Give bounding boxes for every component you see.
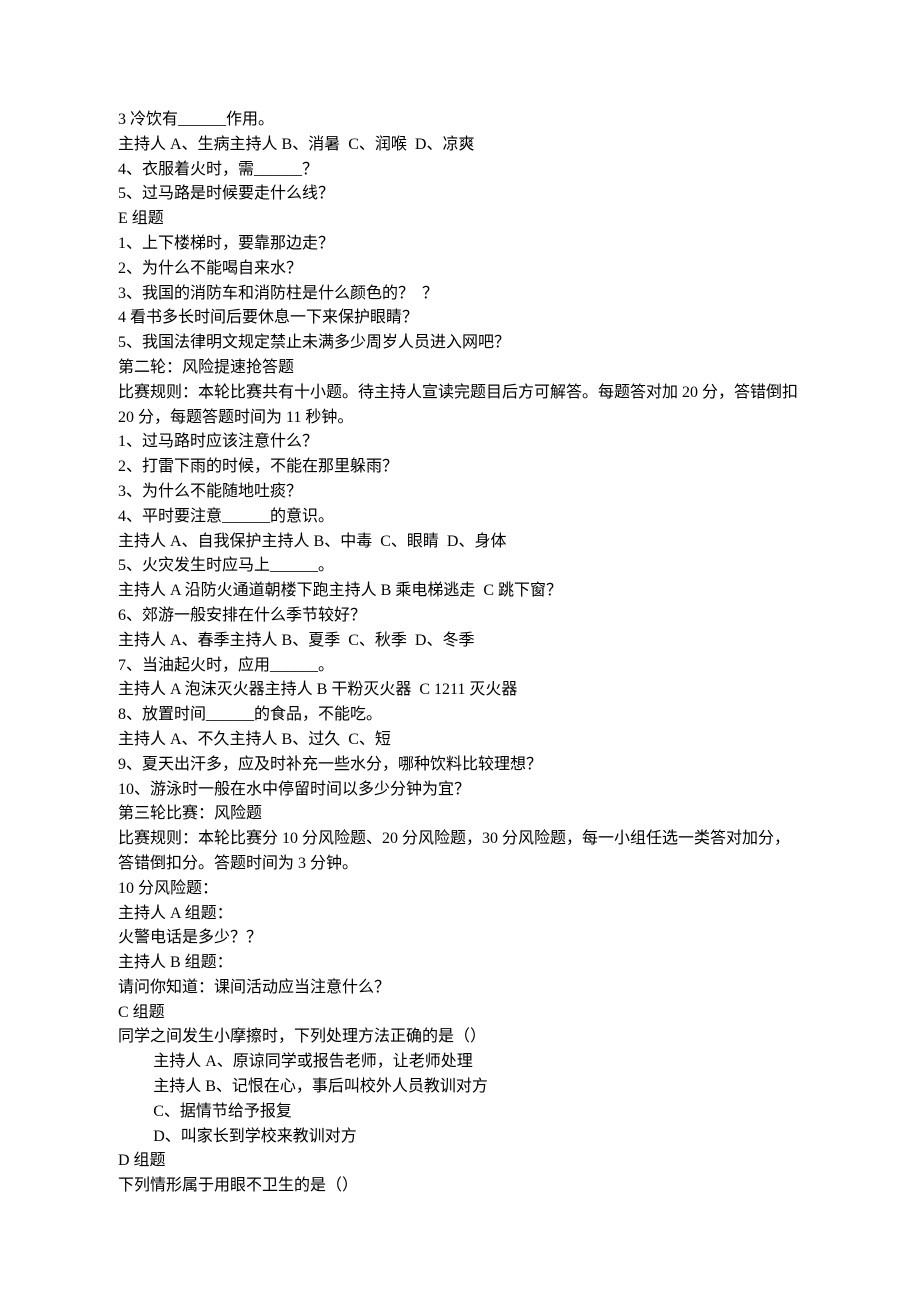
text-line: 7、当油起火时，应用______。 [118, 654, 802, 679]
text-line: 下列情形属于用眼不卫生的是（） [118, 1174, 802, 1199]
text-line: 主持人 B 组题： [118, 951, 802, 976]
text-line: 主持人 A、春季主持人 B、夏季 C、秋季 D、冬季 [118, 629, 802, 654]
text-line: 10、游泳时一般在水中停留时间以多少分钟为宜？ [118, 778, 802, 803]
text-line: D、叫家长到学校来教训对方 [118, 1125, 802, 1150]
text-line: 比赛规则：本轮比赛分 10 分风险题、20 分风险题，30 分风险题，每一小组任… [118, 827, 802, 877]
text-line: C、据情节给予报复 [118, 1100, 802, 1125]
document-page: 3 冷饮有______作用。主持人 A、生病主持人 B、消暑 C、润喉 D、凉爽… [0, 0, 920, 1302]
text-line: 1、上下楼梯时，要靠那边走？ [118, 232, 802, 257]
document-body: 3 冷饮有______作用。主持人 A、生病主持人 B、消暑 C、润喉 D、凉爽… [118, 108, 802, 1199]
text-line: 8、放置时间______的食品，不能吃。 [118, 703, 802, 728]
text-line: 10 分风险题： [118, 877, 802, 902]
text-line: 主持人 A、自我保护主持人 B、中毒 C、眼睛 D、身体 [118, 530, 802, 555]
text-line: 6、郊游一般安排在什么季节较好？ [118, 604, 802, 629]
text-line: 1、过马路时应该注意什么？ [118, 430, 802, 455]
text-line: 3、为什么不能随地吐痰？ [118, 480, 802, 505]
text-line: 主持人 A 沿防火通道朝楼下跑主持人 B 乘电梯逃走 C 跳下窗？ [118, 579, 802, 604]
text-line: 主持人 A、生病主持人 B、消暑 C、润喉 D、凉爽 [118, 133, 802, 158]
text-line: 主持人 A 组题： [118, 902, 802, 927]
text-line: 5、火灾发生时应马上______。 [118, 554, 802, 579]
text-line: 主持人 A 泡沫灭火器主持人 B 干粉灭火器 C 1211 灭火器 [118, 678, 802, 703]
text-line: 3、我国的消防车和消防柱是什么颜色的？ ？ [118, 282, 802, 307]
text-line: 2、打雷下雨的时候，不能在那里躲雨？ [118, 455, 802, 480]
text-line: E 组题 [118, 207, 802, 232]
text-line: 4 看书多长时间后要休息一下来保护眼睛？ [118, 306, 802, 331]
text-line: 第二轮：风险提速抢答题 [118, 356, 802, 381]
text-line: 比赛规则：本轮比赛共有十小题。待主持人宣读完题目后方可解答。每题答对加 20 分… [118, 381, 802, 431]
text-line: D 组题 [118, 1149, 802, 1174]
text-line: 主持人 B、记恨在心，事后叫校外人员教训对方 [118, 1075, 802, 1100]
text-line: 请问你知道：课间活动应当注意什么？ [118, 976, 802, 1001]
text-line: 4、平时要注意______的意识。 [118, 505, 802, 530]
text-line: 火警电话是多少？？ [118, 926, 802, 951]
text-line: 5、我国法律明文规定禁止未满多少周岁人员进入网吧？ [118, 331, 802, 356]
text-line: 5、过马路是时候要走什么线？ [118, 182, 802, 207]
text-line: 主持人 A、原谅同学或报告老师，让老师处理 [118, 1050, 802, 1075]
text-line: 9、夏天出汗多，应及时补充一些水分，哪种饮料比较理想？ [118, 753, 802, 778]
text-line: 2、为什么不能喝自来水？ [118, 257, 802, 282]
text-line: C 组题 [118, 1001, 802, 1026]
text-line: 第三轮比赛：风险题 [118, 802, 802, 827]
text-line: 3 冷饮有______作用。 [118, 108, 802, 133]
text-line: 同学之间发生小摩擦时，下列处理方法正确的是（） [118, 1025, 802, 1050]
text-line: 4、衣服着火时，需______？ [118, 158, 802, 183]
text-line: 主持人 A、不久主持人 B、过久 C、短 [118, 728, 802, 753]
